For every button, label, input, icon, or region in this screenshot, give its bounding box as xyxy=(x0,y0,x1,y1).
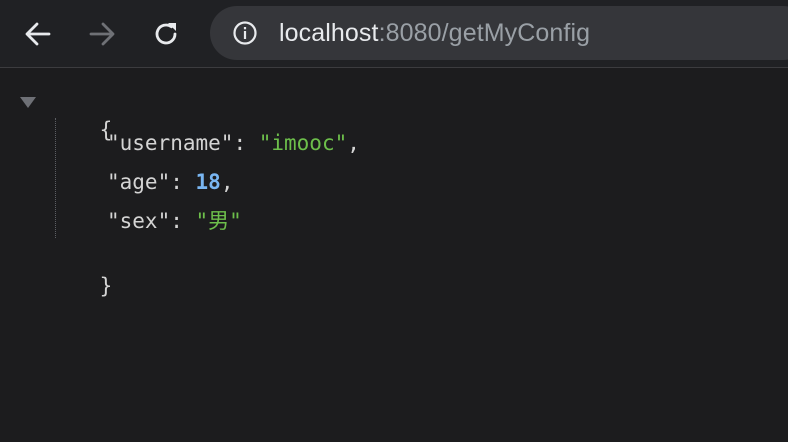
json-viewer: { "username": "imooc", "age": 18, "sex":… xyxy=(0,69,788,442)
json-open-brace: { xyxy=(99,118,113,142)
address-bar[interactable]: localhost:8080/getMyConfig xyxy=(210,6,788,60)
json-value-string: "男" xyxy=(195,209,242,233)
arrow-right-icon xyxy=(89,22,115,46)
json-value-number: 18 xyxy=(195,170,221,194)
json-close-brace: } xyxy=(99,274,113,298)
json-entry-username: "username": "imooc", xyxy=(107,130,360,156)
json-key: "sex" xyxy=(107,209,171,233)
back-button[interactable] xyxy=(18,14,58,54)
json-entry-sex: "sex": "男" xyxy=(107,208,242,234)
arrow-left-icon xyxy=(25,22,51,46)
url-host: localhost xyxy=(279,19,379,47)
info-circle-icon[interactable] xyxy=(232,20,258,46)
url-text[interactable]: localhost:8080/getMyConfig xyxy=(279,18,590,48)
reload-icon xyxy=(155,23,177,45)
collapse-toggle-icon[interactable] xyxy=(20,97,36,108)
url-path: :8080/getMyConfig xyxy=(378,19,591,47)
browser-toolbar: localhost:8080/getMyConfig xyxy=(0,0,788,68)
json-colon: : xyxy=(170,170,196,194)
reload-button[interactable] xyxy=(146,14,186,54)
forward-button[interactable] xyxy=(82,14,122,54)
json-comma: , xyxy=(220,170,234,194)
json-entry-age: "age": 18, xyxy=(107,169,233,195)
json-key: "age" xyxy=(107,170,171,194)
json-value-string: "imooc" xyxy=(258,131,348,155)
json-key: "username" xyxy=(107,131,234,155)
json-comma: , xyxy=(347,131,360,155)
json-colon: : xyxy=(233,131,259,155)
json-colon: : xyxy=(170,209,196,233)
